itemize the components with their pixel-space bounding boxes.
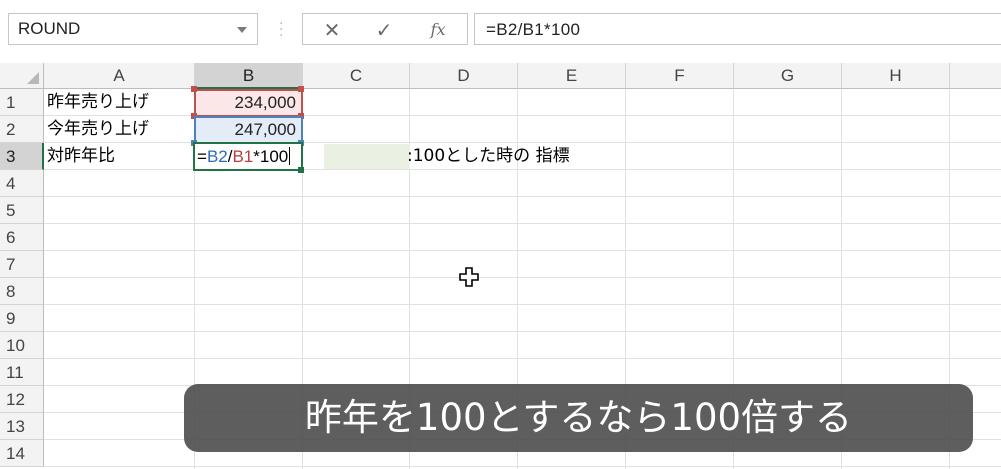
- cell-a2[interactable]: 今年売り上げ: [47, 116, 194, 143]
- row-header-13[interactable]: 13: [0, 413, 44, 440]
- column-header-a[interactable]: A: [44, 63, 195, 89]
- column-header-d[interactable]: D: [410, 63, 518, 89]
- cancel-icon[interactable]: ✕: [317, 18, 347, 42]
- column-header-g[interactable]: G: [734, 63, 842, 89]
- insert-function-icon[interactable]: fx: [423, 18, 453, 42]
- formula-bar: ROUND · · · ✕ ✓ fx =B2/B1*100: [0, 0, 1001, 58]
- text-cursor: [289, 147, 291, 165]
- row-header-6[interactable]: 6: [0, 224, 44, 251]
- cell-a3[interactable]: 対昨年比: [47, 143, 194, 170]
- formula-part-multiply: *100: [253, 147, 289, 166]
- row-header-2[interactable]: 2: [0, 116, 44, 143]
- select-all-corner[interactable]: [0, 63, 44, 89]
- cell-b1[interactable]: 234,000: [195, 89, 302, 116]
- row-header-14[interactable]: 14: [0, 440, 44, 467]
- column-header-c[interactable]: C: [303, 63, 410, 89]
- name-box[interactable]: ROUND: [8, 13, 258, 45]
- name-box-value: ROUND: [18, 19, 81, 38]
- column-header-e[interactable]: E: [518, 63, 626, 89]
- column-header-b[interactable]: B: [195, 63, 303, 89]
- row-header-1[interactable]: 1: [0, 89, 44, 116]
- formula-part-ref-b2: B2: [206, 147, 228, 166]
- move-cursor-icon: [459, 267, 479, 287]
- row-header-11[interactable]: 11: [0, 359, 44, 386]
- formula-bar-grip-icon: · · ·: [279, 16, 284, 44]
- row-header-5[interactable]: 5: [0, 197, 44, 224]
- formula-text: =B2/B1*100: [486, 20, 581, 39]
- row-header-4[interactable]: 4: [0, 170, 44, 197]
- cell-b3-formula[interactable]: =B2/B1*100: [197, 143, 337, 170]
- video-caption: 昨年を100とするなら100倍する: [184, 384, 973, 452]
- cell-d3[interactable]: :100とした時の 指標: [407, 143, 707, 170]
- formula-part-equals: =: [197, 147, 207, 166]
- cell-a1[interactable]: 昨年売り上げ: [47, 89, 194, 116]
- formula-part-ref-b1: B1: [232, 147, 254, 166]
- row-header-7[interactable]: 7: [0, 251, 44, 278]
- row-header-9[interactable]: 9: [0, 305, 44, 332]
- row-header-8[interactable]: 8: [0, 278, 44, 305]
- chevron-down-icon[interactable]: [237, 27, 247, 33]
- enter-icon[interactable]: ✓: [369, 18, 399, 42]
- column-header-h[interactable]: H: [842, 63, 950, 89]
- cell-b2[interactable]: 247,000: [195, 116, 302, 143]
- column-header-i[interactable]: [950, 63, 1001, 89]
- row-header-12[interactable]: 12: [0, 386, 44, 413]
- column-header-f[interactable]: F: [626, 63, 734, 89]
- formula-input[interactable]: =B2/B1*100: [474, 13, 1001, 45]
- formula-buttons: ✕ ✓ fx: [302, 13, 468, 45]
- row-header-3[interactable]: 3: [0, 143, 44, 170]
- row-header-10[interactable]: 10: [0, 332, 44, 359]
